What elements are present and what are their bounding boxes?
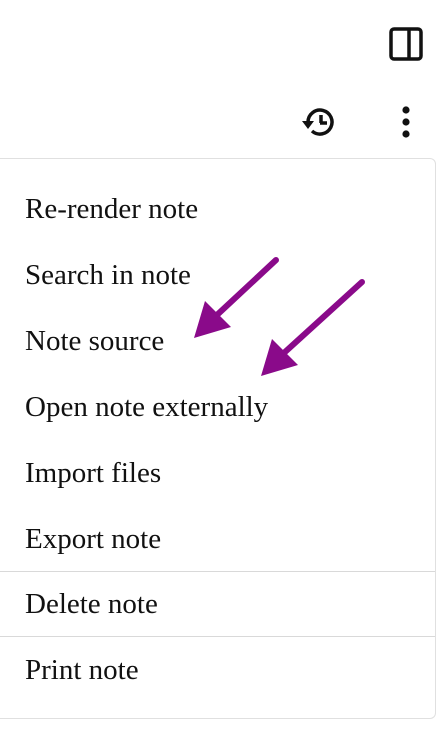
more-options-button[interactable] [386, 98, 426, 146]
note-actions-bar [0, 92, 436, 152]
history-icon [302, 108, 334, 136]
menu-item-open-note-externally[interactable]: Open note externally [0, 374, 435, 440]
top-toolbar [0, 0, 436, 92]
menu-item-export-note[interactable]: Export note [0, 506, 435, 572]
page: Re-render note Search in note Note sourc… [0, 0, 436, 732]
sidebar-panel-icon [389, 27, 423, 61]
more-vertical-icon [402, 106, 410, 138]
menu-item-note-source[interactable]: Note source [0, 308, 435, 374]
note-revisions-button[interactable] [296, 98, 344, 146]
menu-item-search-in-note[interactable]: Search in note [0, 242, 435, 308]
menu-item-print-note[interactable]: Print note [0, 637, 435, 703]
menu-item-delete-note[interactable]: Delete note [0, 571, 435, 637]
toggle-right-pane-button[interactable] [386, 24, 426, 64]
menu-item-import-files[interactable]: Import files [0, 440, 435, 506]
menu-item-re-render-note[interactable]: Re-render note [0, 176, 435, 242]
